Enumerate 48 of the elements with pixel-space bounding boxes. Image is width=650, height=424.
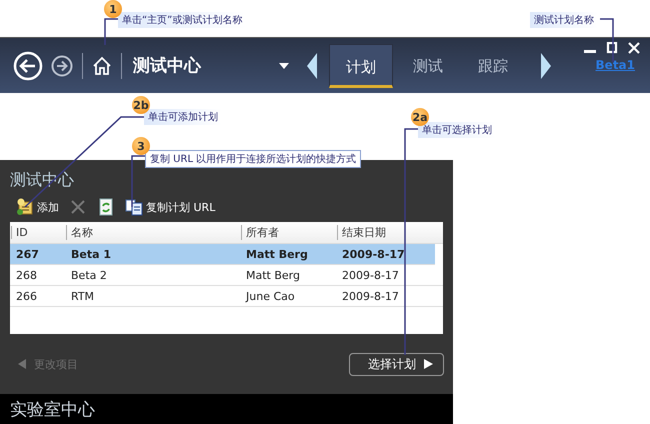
callout-badge: 2a bbox=[411, 108, 429, 126]
header-title[interactable]: 测试中心 bbox=[133, 54, 201, 77]
left-arrow-icon bbox=[18, 359, 26, 369]
callout-text: 复制 URL 以用作用于连接所选计划的快捷方式 bbox=[145, 150, 362, 168]
table-row[interactable]: 266 RTM June Cao 2009-8-17 bbox=[10, 286, 443, 307]
table-cell-text: Matt Berg bbox=[245, 268, 301, 282]
scroll-right-icon[interactable] bbox=[541, 52, 551, 78]
add-plan-icon bbox=[16, 198, 34, 216]
table-cell-text: 2009-8-17 bbox=[341, 248, 406, 260]
restore-icon[interactable] bbox=[606, 42, 618, 54]
table-cell-text: June Cao bbox=[244, 290, 296, 302]
table-cell-text: Matt Berg bbox=[245, 248, 309, 260]
scroll-left-icon[interactable] bbox=[307, 52, 317, 78]
callout-badge: 3 bbox=[132, 137, 150, 155]
callout-badge: 2b bbox=[132, 96, 150, 114]
column-header[interactable]: ID bbox=[11, 226, 65, 239]
table-cell-text: 266 bbox=[15, 290, 38, 302]
table-cell-text: 267 bbox=[15, 248, 40, 260]
callout-badge: 1 bbox=[104, 0, 122, 18]
table-cell-text: Beta 2 bbox=[70, 268, 108, 282]
tab[interactable]: 跟踪 bbox=[463, 44, 523, 88]
column-header[interactable]: 结束日期 bbox=[337, 225, 443, 240]
home-icon[interactable] bbox=[92, 56, 112, 76]
leader-line bbox=[600, 18, 614, 62]
copy-url-icon bbox=[125, 198, 143, 216]
close-icon[interactable] bbox=[628, 42, 640, 54]
table-cell-text: 268 bbox=[15, 268, 38, 282]
tab[interactable]: 计划 bbox=[329, 44, 393, 88]
column-header[interactable]: 名称 bbox=[66, 225, 240, 240]
dropdown-icon[interactable] bbox=[279, 62, 289, 68]
table-cell-text: 2009-8-17 bbox=[341, 268, 400, 282]
column-header[interactable]: 所有者 bbox=[241, 225, 336, 240]
play-arrow-icon bbox=[424, 359, 433, 369]
toolbar-button[interactable]: 复制计划 URL bbox=[125, 198, 216, 216]
delete-icon[interactable] bbox=[69, 198, 87, 216]
table-row[interactable]: 267 Beta 1 Matt Berg 2009-8-17 bbox=[10, 244, 435, 265]
footer-title[interactable]: 实验室中心 bbox=[10, 398, 95, 420]
select-plan-button[interactable]: 选择计划 bbox=[349, 352, 444, 376]
table-row[interactable]: 268 Beta 2 Matt Berg 2009-8-17 bbox=[10, 265, 443, 286]
table-cell-text: 2009-8-17 bbox=[341, 290, 400, 302]
leader-line bbox=[104, 18, 118, 45]
back-icon[interactable] bbox=[13, 50, 43, 80]
table-cell-text: Beta 1 bbox=[70, 248, 112, 260]
toolbar-button[interactable]: 添加 bbox=[16, 198, 59, 216]
forward-icon[interactable] bbox=[51, 54, 73, 76]
refresh-icon[interactable] bbox=[97, 198, 115, 216]
tab[interactable]: 测试 bbox=[398, 44, 458, 88]
table-cell-text: RTM bbox=[70, 290, 96, 302]
